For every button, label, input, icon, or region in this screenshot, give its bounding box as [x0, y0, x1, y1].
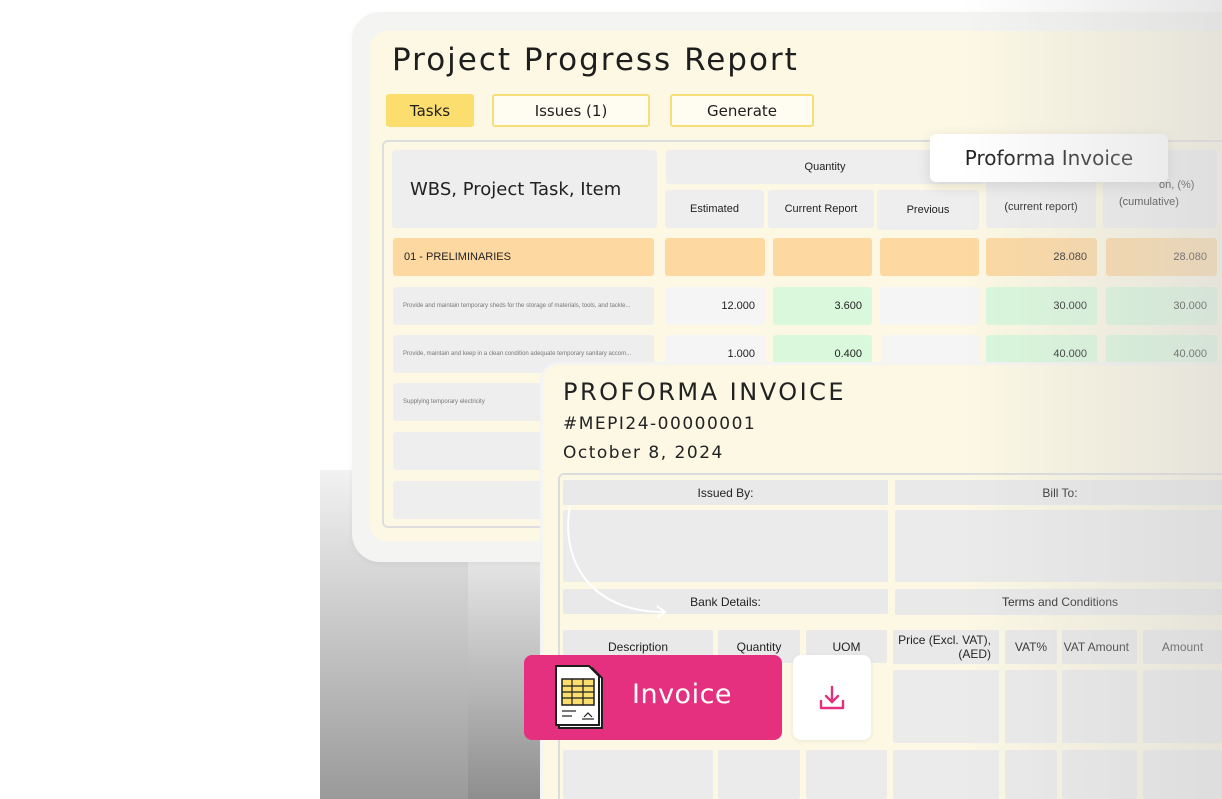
invoice-date: October 8, 2024	[563, 443, 724, 463]
table-row-item[interactable]: Supplying temporary electricity	[393, 383, 553, 421]
table-row-item[interactable]	[393, 481, 553, 519]
table-cell-pct-current[interactable]: 28.080	[986, 238, 1097, 276]
table-cell-pct-cumulative[interactable]: 28.080	[1106, 238, 1217, 276]
table-cell-estimated[interactable]: 12.000	[666, 287, 765, 325]
report-title: Project Progress Report	[392, 42, 799, 78]
table-cell-estimated[interactable]	[665, 238, 765, 276]
terms-header: Terms and Conditions	[895, 589, 1222, 615]
table-cell-pct-cumulative[interactable]: 30.000	[1106, 287, 1217, 325]
table-cell-current[interactable]	[773, 238, 872, 276]
amount-cell[interactable]	[1143, 750, 1222, 799]
previous-column-header: Previous	[877, 190, 979, 230]
amount-column-header: Amount	[1143, 630, 1222, 664]
vat-amount-cell[interactable]	[1062, 670, 1137, 743]
table-row-item[interactable]	[393, 432, 553, 470]
spreadsheet-document-icon	[555, 665, 603, 729]
table-cell-pct-current[interactable]: 30.000	[986, 287, 1097, 325]
download-button[interactable]	[793, 655, 871, 740]
table-cell-previous[interactable]	[880, 287, 979, 325]
invoice-button[interactable]: Invoice	[524, 655, 782, 740]
current-report-column-header: Current Report	[768, 190, 874, 228]
table-row-item[interactable]: 01 - PRELIMINARIES	[393, 238, 654, 276]
price-column-header: Price (Excl. VAT), (AED)	[893, 630, 999, 664]
table-cell-current[interactable]: 3.600	[773, 287, 872, 325]
amount-cell[interactable]	[1143, 670, 1222, 743]
tab-generate[interactable]: Generate	[670, 94, 814, 127]
invoice-button-label: Invoice	[632, 679, 733, 710]
wbs-column-header: WBS, Project Task, Item	[392, 150, 657, 228]
vat-amount-column-header: VAT Amount	[1062, 630, 1137, 664]
vat-percent-cell[interactable]	[1005, 750, 1057, 799]
table-row-item[interactable]: Provide and maintain temporary sheds for…	[393, 287, 654, 325]
uom-cell[interactable]	[806, 750, 887, 799]
description-cell[interactable]	[563, 750, 713, 799]
tab-tasks[interactable]: Tasks	[386, 94, 474, 127]
curved-arrow-icon	[567, 505, 667, 619]
vat-percent-cell[interactable]	[1005, 670, 1057, 743]
estimated-column-header: Estimated	[665, 190, 764, 228]
quantity-cell[interactable]	[718, 750, 800, 799]
bill-to-field[interactable]	[895, 510, 1222, 582]
price-cell[interactable]	[893, 750, 999, 799]
completion-cumulative-sub: (cumulative)	[1119, 195, 1179, 208]
price-cell[interactable]	[893, 670, 999, 743]
tab-issues[interactable]: Issues (1)	[492, 94, 650, 127]
table-cell-previous[interactable]	[880, 238, 979, 276]
download-icon	[819, 685, 845, 709]
vat-percent-column-header: VAT%	[1005, 630, 1057, 664]
invoice-title: PROFORMA INVOICE	[563, 378, 847, 406]
bill-to-header: Bill To:	[895, 480, 1222, 505]
invoice-number: #MEPI24-00000001	[563, 414, 757, 434]
vat-amount-cell[interactable]	[1062, 750, 1137, 799]
proforma-invoice-popup[interactable]: Proforma Invoice	[930, 134, 1168, 182]
